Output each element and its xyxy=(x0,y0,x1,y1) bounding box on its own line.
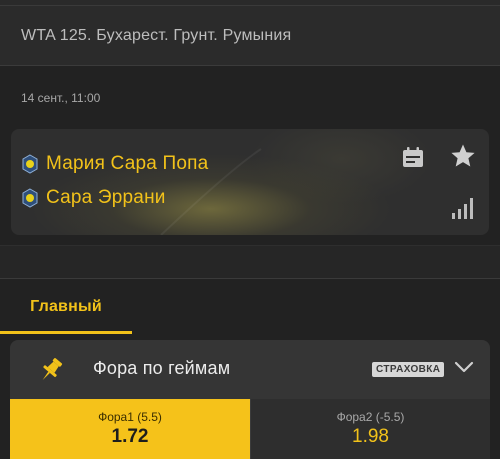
court-line-decoration xyxy=(160,148,262,235)
tab-active-indicator xyxy=(0,331,132,334)
match-card[interactable]: Мария Сара Попа Сара Эррани xyxy=(11,129,489,235)
odd-button-handicap-2[interactable]: Фора2 (-5.5) 1.98 xyxy=(250,399,490,459)
player-2-name: Сара Эррани xyxy=(46,187,166,208)
player-badge-icon xyxy=(22,188,38,208)
section-divider xyxy=(0,245,500,279)
star-icon[interactable] xyxy=(450,143,476,169)
tournament-title: WTA 125. Бухарест. Грунт. Румыния xyxy=(21,26,292,44)
market-title: Фора по геймам xyxy=(93,358,231,378)
market-header[interactable]: Фора по геймам СТРАХОВКА xyxy=(10,340,490,399)
player-badge-icon xyxy=(22,154,38,174)
tab-bar: Главный xyxy=(0,280,500,334)
pin-icon[interactable] xyxy=(37,356,65,384)
player-row-2: Сара Эррани xyxy=(22,187,166,209)
tab-main-label: Главный xyxy=(30,298,102,315)
odd-label: Фора1 (5.5) xyxy=(98,410,162,424)
match-datetime: 14 сент., 11:00 xyxy=(21,91,101,105)
market-card: Фора по геймам СТРАХОВКА Фора1 (5.5) 1.7… xyxy=(10,340,490,459)
odd-value: 1.72 xyxy=(111,426,149,447)
odd-button-handicap-1[interactable]: Фора1 (5.5) 1.72 xyxy=(10,399,250,459)
tab-main[interactable]: Главный xyxy=(0,280,132,334)
chevron-down-icon[interactable] xyxy=(454,360,474,374)
player-row-1: Мария Сара Попа xyxy=(22,153,208,175)
calendar-icon[interactable] xyxy=(402,146,424,168)
odds-row: Фора1 (5.5) 1.72 Фора2 (-5.5) 1.98 xyxy=(10,399,490,459)
stats-icon[interactable] xyxy=(452,197,476,219)
odd-value: 1.98 xyxy=(352,426,389,447)
tournament-header[interactable]: WTA 125. Бухарест. Грунт. Румыния xyxy=(0,6,500,66)
player-1-name: Мария Сара Попа xyxy=(46,153,209,174)
insurance-badge: СТРАХОВКА xyxy=(372,362,445,377)
odd-label: Фора2 (-5.5) xyxy=(336,410,405,424)
